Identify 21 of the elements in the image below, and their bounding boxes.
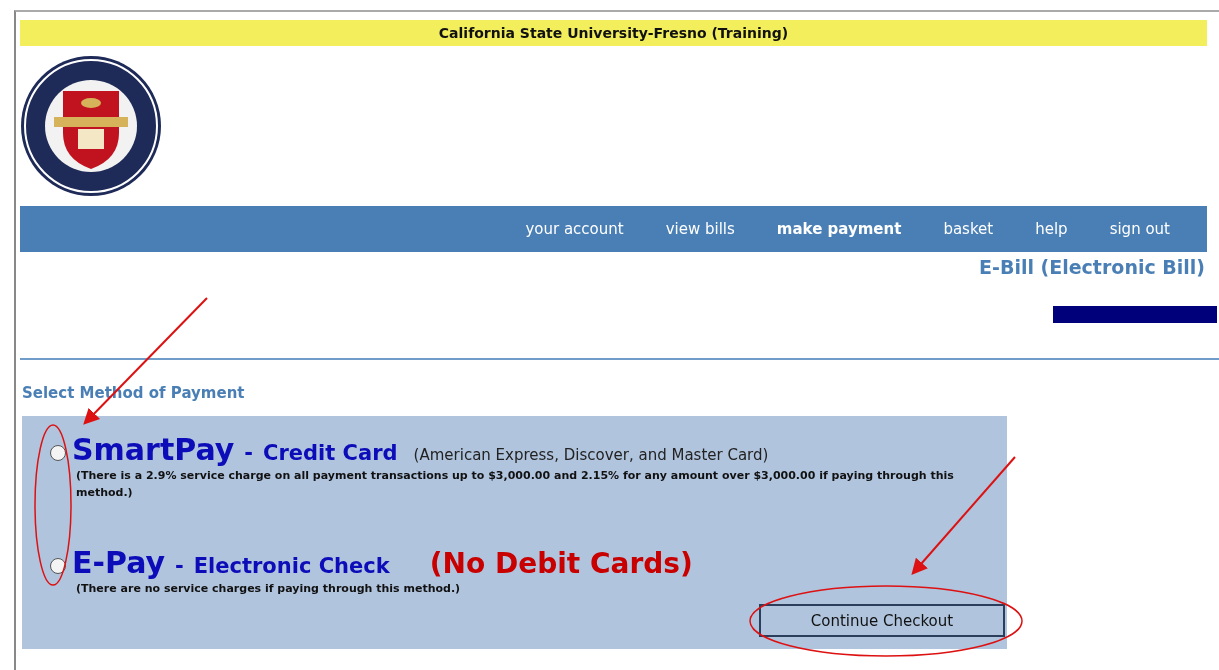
method-warning: (No Debit Cards) <box>429 547 693 580</box>
nav-link[interactable]: help <box>1014 220 1089 238</box>
separator: - <box>175 554 184 578</box>
radio-button[interactable] <box>50 445 66 461</box>
page-title: E-Bill (Electronic Bill) <box>979 256 1205 278</box>
method-type: Credit Card <box>263 441 398 465</box>
method-name: SmartPay <box>72 432 235 467</box>
nav-link[interactable]: view bills <box>644 220 756 238</box>
method-detail: (There is a 2.9% service charge on all payment transactions up to $3,000.00 and 2.15% for any amount over $3,000.00 if paying through this method.) <box>76 468 955 501</box>
radio-button[interactable] <box>50 558 66 574</box>
nav-link[interactable]: sign out <box>1088 220 1191 238</box>
method-detail: (There are no service charges if paying through this method.) <box>76 581 462 597</box>
method-name: E-Pay <box>72 545 165 580</box>
site-title: California State University-Fresno (Training) <box>20 20 1207 46</box>
nav-link[interactable]: basket <box>922 220 1015 238</box>
method-note: (American Express, Discover, and Master Card) <box>413 446 769 464</box>
continue-button[interactable]: Continue Checkout <box>759 604 1005 637</box>
method-type: Electronic Check <box>193 554 390 578</box>
separator: - <box>244 441 254 465</box>
nav-link[interactable]: make payment <box>755 220 923 238</box>
nav-link[interactable]: your account <box>504 220 645 238</box>
